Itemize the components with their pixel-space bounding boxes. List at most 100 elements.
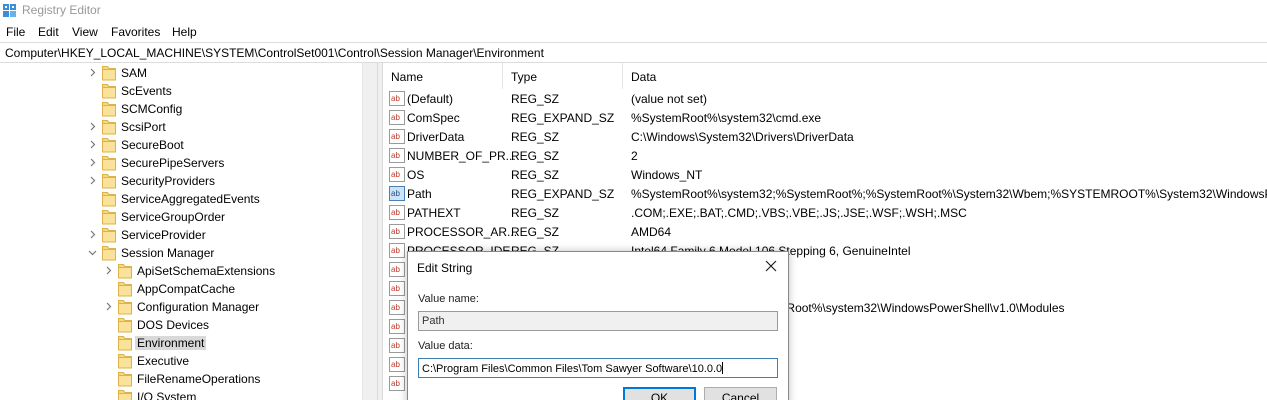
folder-icon	[102, 245, 116, 261]
value-data: AMD64	[631, 225, 672, 239]
chevron-right-icon[interactable]	[88, 158, 97, 167]
folder-icon	[102, 65, 116, 81]
tree-item[interactable]: Configuration Manager	[16, 298, 360, 316]
tree-item-label: ServiceGroupOrder	[121, 210, 226, 224]
column-header-name[interactable]: Name	[383, 63, 423, 89]
tree-item-label: DOS Devices	[137, 318, 210, 332]
tree-item-label-selected: Environment	[135, 336, 207, 350]
chevron-right-icon[interactable]	[88, 176, 97, 185]
chevron-right-icon[interactable]	[88, 122, 97, 131]
window-title: Registry Editor	[22, 3, 101, 17]
address-bar[interactable]: Computer\HKEY_LOCAL_MACHINE\SYSTEM\Contr…	[0, 42, 1267, 63]
svg-text:ab: ab	[391, 208, 400, 217]
chevron-right-icon[interactable]	[88, 68, 97, 77]
svg-text:ab: ab	[391, 246, 400, 255]
close-icon[interactable]	[760, 256, 782, 276]
svg-text:ab: ab	[391, 341, 400, 350]
chevron-right-icon[interactable]	[88, 230, 97, 239]
tree-item[interactable]: Session Manager	[0, 244, 360, 262]
value-name-label: Value name:	[418, 293, 479, 305]
tree-item[interactable]: ScsiPort	[0, 118, 360, 136]
menu-view[interactable]: View	[72, 25, 98, 39]
folder-icon	[118, 263, 132, 279]
tree-item[interactable]: SCMConfig	[0, 100, 360, 118]
ok-button[interactable]: OK	[623, 387, 696, 400]
column-header-data[interactable]: Data	[623, 63, 656, 89]
value-row[interactable]: ab Path REG_EXPAND_SZ %SystemRoot%\system32…	[383, 184, 1267, 203]
menu-file[interactable]: File	[6, 25, 25, 39]
chevron-right-icon[interactable]	[88, 140, 97, 149]
tree-item[interactable]: ApiSetSchemaExtensions	[16, 262, 360, 280]
value-name: PROCESSOR_AR...	[407, 225, 518, 239]
tree-item[interactable]: ServiceGroupOrder	[0, 208, 360, 226]
chevron-right-icon[interactable]	[104, 302, 113, 311]
svg-text:ab: ab	[391, 132, 400, 141]
value-row[interactable]: ab (Default) REG_SZ (value not set)	[383, 89, 1267, 108]
folder-icon	[118, 299, 132, 315]
folder-icon	[102, 155, 116, 171]
text-caret	[722, 362, 724, 374]
string-value-icon: ab	[389, 167, 405, 182]
menu-help[interactable]: Help	[172, 25, 197, 39]
tree-item[interactable]: ServiceAggregatedEvents	[0, 190, 360, 208]
value-type: REG_SZ	[511, 149, 560, 163]
tree-item[interactable]: ScEvents	[0, 82, 360, 100]
tree-item[interactable]: FileRenameOperations	[16, 370, 360, 388]
column-header-type[interactable]: Type	[503, 63, 537, 89]
value-row[interactable]: ab NUMBER_OF_PR... REG_SZ 2	[383, 146, 1267, 165]
tree-item[interactable]: SecurityProviders	[0, 172, 360, 190]
chevron-right-icon[interactable]	[104, 266, 113, 275]
tree-item[interactable]: Environment	[16, 334, 360, 352]
menu-edit[interactable]: Edit	[38, 25, 59, 39]
tree-item[interactable]: SecureBoot	[0, 136, 360, 154]
value-data: (value not set)	[631, 92, 708, 106]
value-type: REG_SZ	[511, 168, 560, 182]
svg-text:ab: ab	[391, 113, 400, 122]
cancel-button[interactable]: Cancel	[704, 387, 777, 400]
value-type: REG_EXPAND_SZ	[511, 187, 615, 201]
tree-item[interactable]: SAM	[0, 64, 360, 82]
folder-icon	[102, 83, 116, 99]
tree-item[interactable]: I/O System	[16, 388, 360, 400]
tree-item-label: Session Manager	[121, 246, 215, 260]
value-name-field: Path	[418, 311, 778, 331]
value-row[interactable]: ab PATHEXT REG_SZ .COM;.EXE;.BAT;.CMD;.VBS;…	[383, 203, 1267, 222]
tree-scrollbar[interactable]	[362, 63, 377, 400]
folder-icon	[102, 119, 116, 135]
value-data-label: Value data:	[418, 340, 473, 352]
tree-item[interactable]: ServiceProvider	[0, 226, 360, 244]
edit-string-dialog: Edit String Value name: Path Value data:…	[407, 251, 789, 400]
folder-icon	[118, 281, 132, 297]
value-name: Path	[407, 187, 432, 201]
tree-item-label: Executive	[137, 354, 190, 368]
svg-text:ab: ab	[391, 189, 400, 198]
chevron-down-icon[interactable]	[88, 248, 97, 257]
value-row[interactable]: ab ComSpec REG_EXPAND_SZ %SystemRoot%\syste…	[383, 108, 1267, 127]
svg-text:ab: ab	[391, 284, 400, 293]
tree-item[interactable]: DOS Devices	[16, 316, 360, 334]
svg-text:ab: ab	[391, 151, 400, 160]
tree-item-label: ServiceAggregatedEvents	[121, 192, 260, 206]
value-type: REG_EXPAND_SZ	[511, 111, 615, 125]
value-data-input[interactable]: C:\Program Files\Common Files\Tom Sawyer…	[418, 358, 778, 378]
address-path[interactable]: Computer\HKEY_LOCAL_MACHINE\SYSTEM\Contr…	[5, 46, 544, 60]
menu-bar: File Edit View Favorites Help	[0, 22, 1267, 42]
value-row[interactable]: ab PROCESSOR_AR... REG_SZ AMD64	[383, 222, 1267, 241]
menu-favorites[interactable]: Favorites	[111, 25, 160, 39]
string-value-icon: ab	[389, 262, 405, 277]
tree-item-label: SecurityProviders	[121, 174, 216, 188]
value-row[interactable]: ab OS REG_SZ Windows_NT	[383, 165, 1267, 184]
tree-item-label: ApiSetSchemaExtensions	[137, 264, 276, 278]
tree-item[interactable]: Executive	[16, 352, 360, 370]
value-data: C:\Windows\System32\Drivers\DriverData	[631, 130, 854, 144]
tree-item[interactable]: AppCompatCache	[16, 280, 360, 298]
value-row[interactable]: ab DriverData REG_SZ C:\Windows\System32\Dr…	[383, 127, 1267, 146]
tree-item[interactable]: SecurePipeServers	[0, 154, 360, 172]
folder-icon	[102, 173, 116, 189]
value-name: (Default)	[407, 92, 454, 106]
value-data-text[interactable]: C:\Program Files\Common Files\Tom Sawyer…	[422, 363, 722, 375]
tree-item-label: SecureBoot	[121, 138, 184, 152]
string-value-icon: ab	[389, 205, 405, 220]
key-tree[interactable]: SAM ScEvents SCMConfig ScsiPort SecureBoot Se…	[0, 63, 377, 400]
string-value-icon: ab	[389, 91, 405, 106]
